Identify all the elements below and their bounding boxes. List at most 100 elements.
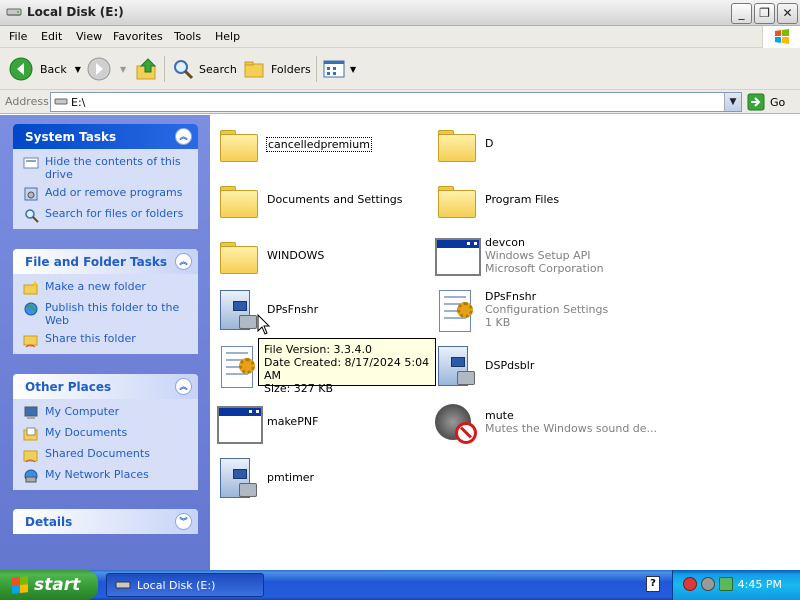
toolbar-separator bbox=[316, 56, 317, 82]
file-item[interactable]: DPsFnshr bbox=[215, 286, 425, 336]
up-folder-icon bbox=[136, 58, 157, 80]
network-connection-icon[interactable] bbox=[719, 577, 733, 591]
task-label: Hide the contents of this drive bbox=[45, 155, 181, 181]
minimize-button[interactable]: _ bbox=[731, 3, 752, 24]
file-item[interactable]: DSPdsblr bbox=[433, 342, 643, 392]
file-item[interactable]: makePNF bbox=[215, 398, 425, 448]
drive-icon bbox=[115, 581, 131, 589]
folder-item[interactable]: Documents and Settings bbox=[215, 174, 425, 224]
taskbar-window-button[interactable]: Local Disk (E:) bbox=[106, 573, 264, 597]
system-tray: 4:45 PM bbox=[672, 570, 800, 600]
item-description: Windows Setup API bbox=[485, 249, 591, 262]
windows-flag-icon bbox=[12, 576, 28, 594]
details-header[interactable]: Details ︾ bbox=[13, 509, 198, 534]
item-company: Microsoft Corporation bbox=[485, 262, 604, 275]
system-tasks-header[interactable]: System Tasks ︽ bbox=[13, 124, 198, 149]
file-folder-tasks-title: File and Folder Tasks bbox=[25, 255, 168, 269]
documents-icon bbox=[23, 426, 39, 442]
task-publish-web[interactable]: Publish this folder to the Web bbox=[23, 301, 192, 327]
place-label: My Computer bbox=[45, 405, 120, 418]
address-input[interactable]: E:\ ▼ bbox=[50, 92, 742, 112]
collapse-chevron-icon[interactable]: ︽ bbox=[175, 378, 192, 395]
close-button[interactable]: ✕ bbox=[777, 3, 798, 24]
other-places-header[interactable]: Other Places ︽ bbox=[13, 374, 198, 399]
forward-dropdown-icon[interactable]: ▼ bbox=[120, 65, 126, 74]
address-dropdown-icon[interactable]: ▼ bbox=[724, 93, 741, 111]
file-item[interactable]: mute Mutes the Windows sound de... bbox=[433, 398, 663, 448]
details-panel: Details ︾ bbox=[13, 509, 198, 534]
menu-favorites[interactable]: Favorites bbox=[113, 30, 163, 43]
menu-file[interactable]: File bbox=[9, 30, 27, 43]
folder-item[interactable]: WINDOWS bbox=[215, 230, 425, 280]
back-label: Back bbox=[40, 62, 67, 76]
security-alert-icon[interactable] bbox=[683, 577, 697, 591]
place-my-computer[interactable]: My Computer bbox=[23, 405, 192, 421]
taskbar-window-label: Local Disk (E:) bbox=[137, 578, 216, 592]
place-label: My Network Places bbox=[45, 468, 149, 481]
new-folder-icon bbox=[23, 280, 39, 296]
search-button[interactable]: Search bbox=[171, 54, 237, 84]
other-places-panel: Other Places ︽ My Computer My Documents bbox=[13, 374, 198, 490]
menu-tools[interactable]: Tools bbox=[174, 30, 201, 43]
folder-icon bbox=[215, 176, 263, 222]
file-item[interactable]: pmtimer bbox=[215, 454, 425, 504]
globe-icon bbox=[23, 301, 39, 317]
drive-icon bbox=[6, 8, 22, 16]
maximize-button[interactable]: ❐ bbox=[754, 3, 775, 24]
place-my-documents[interactable]: My Documents bbox=[23, 426, 192, 442]
task-share-folder[interactable]: Share this folder bbox=[23, 332, 192, 348]
file-folder-tasks-header[interactable]: File and Folder Tasks ︽ bbox=[13, 249, 198, 274]
item-type: Configuration Settings bbox=[485, 303, 609, 316]
place-my-network-places[interactable]: My Network Places bbox=[23, 468, 192, 484]
window-title: Local Disk (E:) bbox=[27, 5, 124, 19]
menu-edit[interactable]: Edit bbox=[41, 30, 62, 43]
toolbar: Back ▼ ▼ Search Folders ▼ bbox=[0, 48, 800, 90]
forward-button[interactable]: ▼ bbox=[86, 54, 126, 84]
back-button[interactable]: Back ▼ bbox=[8, 54, 81, 84]
system-tasks-body: Hide the contents of this drive Add or r… bbox=[13, 149, 198, 229]
other-places-title: Other Places bbox=[25, 380, 112, 394]
item-name: mute bbox=[485, 409, 514, 422]
task-search-files[interactable]: Search for files or folders bbox=[23, 207, 192, 223]
tooltip-size: Size: 327 KB bbox=[264, 382, 334, 395]
clock[interactable]: 4:45 PM bbox=[738, 578, 782, 591]
task-make-new-folder[interactable]: Make a new folder bbox=[23, 280, 192, 296]
folder-item[interactable]: Program Files bbox=[433, 174, 643, 224]
folders-button[interactable]: Folders bbox=[243, 54, 311, 84]
file-item[interactable]: devcon Windows Setup API Microsoft Corpo… bbox=[433, 230, 643, 280]
up-folder-button[interactable] bbox=[134, 54, 160, 84]
views-icon bbox=[323, 60, 345, 78]
task-hide-contents[interactable]: Hide the contents of this drive bbox=[23, 155, 192, 181]
item-name: cancelledpremium bbox=[266, 137, 372, 152]
folder-icon bbox=[215, 120, 263, 166]
views-dropdown-icon[interactable]: ▼ bbox=[350, 65, 356, 74]
go-button[interactable]: Go bbox=[747, 93, 785, 111]
folder-item[interactable]: D bbox=[433, 118, 643, 168]
title-bar[interactable]: Local Disk (E:) _ ❐ ✕ bbox=[0, 0, 800, 26]
start-button[interactable]: start bbox=[0, 570, 98, 600]
menu-help[interactable]: Help bbox=[215, 30, 240, 43]
configuration-settings-icon bbox=[215, 344, 263, 390]
collapse-chevron-icon[interactable]: ︽ bbox=[175, 128, 192, 145]
mouse-cursor-icon bbox=[257, 314, 271, 335]
task-label: Share this folder bbox=[45, 332, 136, 345]
file-folder-tasks-body: Make a new folder Publish this folder to… bbox=[13, 274, 198, 354]
task-label: Make a new folder bbox=[45, 280, 146, 293]
volume-icon[interactable] bbox=[701, 577, 715, 591]
item-name: DSPdsblr bbox=[485, 359, 535, 372]
place-shared-documents[interactable]: Shared Documents bbox=[23, 447, 192, 463]
collapse-chevron-icon[interactable]: ︽ bbox=[175, 253, 192, 270]
expand-chevron-icon[interactable]: ︾ bbox=[175, 513, 192, 530]
file-item[interactable]: DPsFnshr Configuration Settings 1 KB bbox=[433, 286, 643, 336]
views-button[interactable]: ▼ bbox=[322, 54, 356, 84]
help-icon[interactable]: ? bbox=[646, 576, 660, 592]
menu-bar: File Edit View Favorites Tools Help bbox=[0, 26, 800, 48]
folder-item[interactable]: cancelledpremium bbox=[215, 118, 425, 168]
menu-view[interactable]: View bbox=[76, 30, 102, 43]
task-add-remove-programs[interactable]: Add or remove programs bbox=[23, 186, 192, 202]
add-remove-programs-icon bbox=[23, 186, 39, 202]
item-name: WINDOWS bbox=[267, 249, 325, 262]
go-arrow-icon bbox=[747, 93, 765, 111]
folders-label: Folders bbox=[271, 62, 311, 76]
back-dropdown-icon[interactable]: ▼ bbox=[75, 65, 81, 74]
